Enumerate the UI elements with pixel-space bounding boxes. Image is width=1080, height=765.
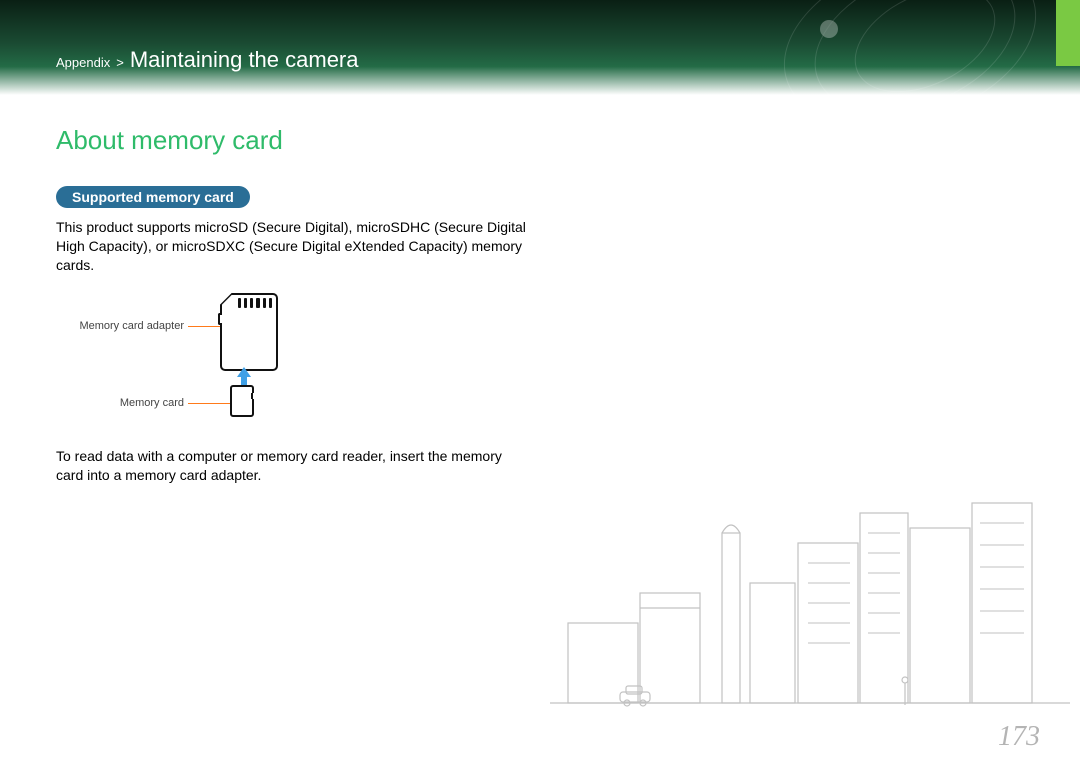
subheading-pill: Supported memory card xyxy=(56,186,250,208)
accent-tab xyxy=(1056,0,1080,66)
page-body: About memory card Supported memory card … xyxy=(0,95,1080,484)
page-header: Appendix > Maintaining the camera xyxy=(0,0,1080,95)
micro-sd-icon xyxy=(230,385,254,417)
breadcrumb-parent: Appendix xyxy=(56,55,110,70)
decorative-illustration xyxy=(550,473,1070,753)
adapter-label: Memory card adapter xyxy=(62,320,184,332)
breadcrumb-separator: > xyxy=(116,55,124,70)
section-title: About memory card xyxy=(56,125,1024,156)
breadcrumb: Appendix > Maintaining the camera xyxy=(56,47,359,73)
breadcrumb-current: Maintaining the camera xyxy=(130,47,359,73)
insert-arrow-icon xyxy=(237,367,251,387)
paragraph-1: This product supports microSD (Secure Di… xyxy=(56,218,526,275)
sd-adapter-icon xyxy=(220,293,278,371)
page-number: 173 xyxy=(998,721,1040,753)
memory-card-label: Memory card xyxy=(62,397,184,409)
paragraph-2: To read data with a computer or memory c… xyxy=(56,447,526,485)
memory-card-diagram: Memory card adapter Memory card xyxy=(62,293,322,433)
